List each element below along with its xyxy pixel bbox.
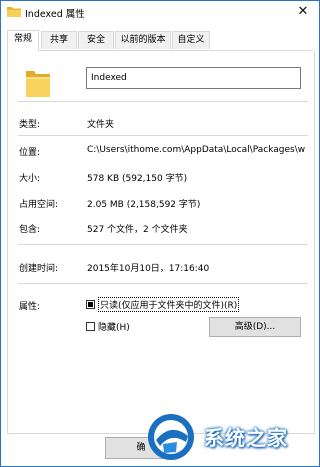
readonly-checkbox[interactable]: 只读(仅应用于文件夹中的文件)(R) <box>86 297 240 312</box>
disk-size-label: 占用空间: <box>19 200 59 210</box>
size-value: 578 KB (592,150 字节) <box>87 174 188 184</box>
tab-label: 共享 <box>49 35 68 45</box>
location-value: C:\Users\ithome.com\AppData\Local\Packag… <box>87 145 306 155</box>
tab-label: 安全 <box>86 35 105 45</box>
tab-customize[interactable]: 自定义 <box>172 31 210 49</box>
hidden-checkbox[interactable]: 隐藏(H) <box>86 320 130 333</box>
contains-value: 527 个文件，2 个文件夹 <box>87 225 188 235</box>
location-label: 位置: <box>19 148 41 158</box>
window-title: Indexed 属性 <box>25 9 85 20</box>
ok-button-label: 确 <box>136 443 146 453</box>
size-label: 大小: <box>19 174 41 184</box>
tab-label: 常规 <box>13 34 32 44</box>
divider <box>18 101 308 102</box>
checkbox-unchecked-icon <box>86 322 95 331</box>
folder-icon <box>7 7 21 17</box>
tab-strip: 常规 共享 安全 以前的版本 自定义 <box>7 30 313 51</box>
readonly-label: 只读(仅应用于文件夹中的文件)(R) <box>98 297 240 312</box>
close-icon: ✕ <box>297 4 309 19</box>
tab-sharing[interactable]: 共享 <box>41 31 77 49</box>
tab-general[interactable]: 常规 <box>7 30 39 51</box>
type-value: 文件夹 <box>87 120 115 130</box>
disk-size-value: 2.05 MB (2,158,592 字节) <box>87 200 201 210</box>
title-bar[interactable]: Indexed 属性 ✕ <box>1 1 319 25</box>
properties-dialog: Indexed 属性 ✕ 常规 共享 安全 以前的版本 自定义 类型: 文件夹 <box>0 0 320 467</box>
tab-previous-versions[interactable]: 以前的版本 <box>115 31 171 49</box>
divider <box>18 244 308 245</box>
checkbox-indeterminate-icon <box>86 300 95 309</box>
type-label: 类型: <box>19 120 41 130</box>
created-value: 2015年10月10日，17:16:40 <box>87 264 210 274</box>
advanced-button[interactable]: 高级(D)... <box>209 317 301 337</box>
divider <box>18 283 308 284</box>
hidden-label: 隐藏(H) <box>98 323 130 333</box>
attributes-label: 属性: <box>19 302 41 312</box>
divider <box>18 135 308 136</box>
tab-label: 以前的版本 <box>120 35 166 45</box>
folder-name-input[interactable] <box>86 67 301 89</box>
tab-security[interactable]: 安全 <box>78 31 114 49</box>
folder-large-icon <box>26 71 50 97</box>
general-panel: 类型: 文件夹 位置: C:\Users\ithome.com\AppData\… <box>7 51 315 434</box>
created-label: 创建时间: <box>19 264 59 274</box>
close-button[interactable]: ✕ <box>289 2 317 22</box>
ok-button[interactable]: 确 <box>105 437 177 459</box>
contains-label: 包含: <box>19 225 41 235</box>
tab-label: 自定义 <box>177 35 205 45</box>
